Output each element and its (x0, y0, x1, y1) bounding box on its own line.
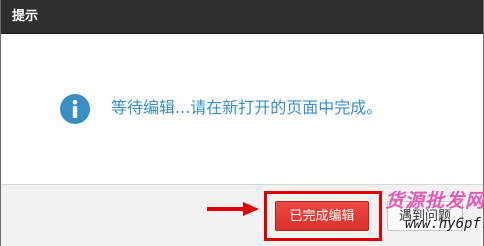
done-editing-button[interactable]: 已完成编辑 (275, 201, 369, 231)
dialog-window: 提示 等待编辑...请在新打开的页面中完成。 已完成编辑 遇到问题 货源批发网 … (0, 0, 484, 246)
dialog-body: 等待编辑...请在新打开的页面中完成。 (1, 34, 483, 184)
arrow-right-icon (207, 202, 259, 216)
dialog-title: 提示 (12, 9, 39, 24)
dialog-titlebar: 提示 (1, 0, 483, 34)
dialog-message: 等待编辑...请在新打开的页面中完成。 (111, 98, 383, 117)
problem-button[interactable]: 遇到问题 (387, 201, 463, 231)
info-circle-icon (60, 94, 90, 124)
